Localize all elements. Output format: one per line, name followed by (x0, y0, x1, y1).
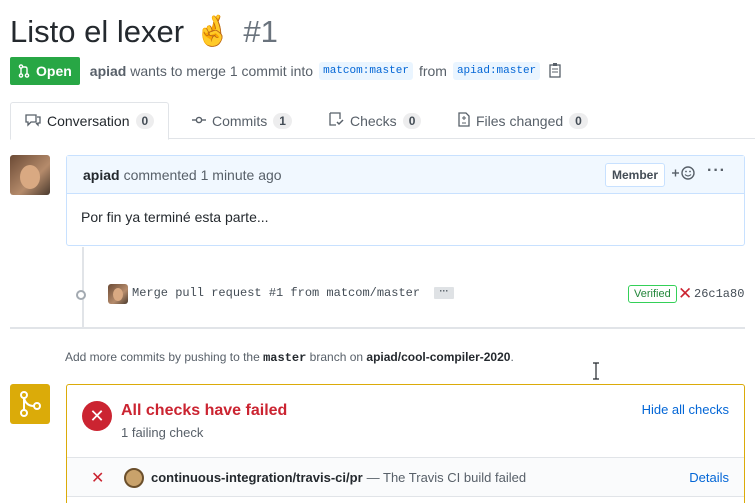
check-name: continuous-integration/travis-ci/pr — The… (151, 470, 526, 485)
travis-ci-icon (124, 468, 144, 488)
tab-count: 0 (569, 112, 588, 129)
check-row: ✕ continuous-integration/travis-ci/pr — T… (67, 457, 744, 497)
more-options-icon[interactable]: ··· (707, 162, 726, 180)
hint-middle: branch on (309, 350, 364, 364)
failed-x-icon: ✕ (82, 401, 112, 431)
hint-repo: apiad/cool-compiler-2020 (366, 350, 511, 364)
comment-icon (25, 113, 41, 130)
state-badge: Open (10, 57, 80, 85)
tab-label: Commits (212, 112, 268, 129)
fail-x-icon[interactable]: ✕ (678, 284, 692, 304)
comment-author[interactable]: apiad (83, 167, 120, 183)
details-link[interactable]: Details (689, 470, 729, 485)
check-fail-x-icon: ✕ (91, 470, 105, 487)
tab-count: 0 (402, 112, 422, 129)
member-badge: Member (605, 163, 666, 187)
commit-sha[interactable]: 26c1a80 (694, 287, 744, 301)
expand-ellipsis-button[interactable]: ··· (434, 287, 454, 299)
commit-row: Merge pull request #1 from matcom/master… (74, 284, 745, 304)
commit-avatar[interactable] (108, 284, 128, 304)
tab-count: 0 (135, 113, 155, 129)
pull-request-icon (18, 64, 30, 78)
pr-tabs: Conversation 0 Commits 1 Checks 0 Files … (10, 102, 755, 140)
pr-action-text: wants to merge 1 commit into (130, 63, 314, 79)
comment-body: Por fin ya terminé esta parte... (81, 209, 269, 225)
from-text: from (418, 63, 447, 79)
checks-subtitle: 1 failing check (121, 425, 204, 440)
commit-message[interactable]: Merge pull request #1 from matcom/master (132, 286, 420, 300)
comment-meta[interactable]: commented 1 minute ago (124, 167, 282, 183)
check-description: — The Travis CI build failed (366, 470, 527, 485)
pr-number: #1 (243, 14, 278, 49)
pr-meta: Open apiad wants to merge 1 commit into … (10, 57, 562, 85)
hint-prefix: Add more commits by pushing to the (65, 350, 260, 364)
tab-commits[interactable]: Commits 1 (192, 102, 292, 139)
checklist-icon (328, 112, 344, 129)
clipboard-icon[interactable] (548, 62, 562, 81)
comment-box: apiad commented 1 minute ago Member ··· … (66, 155, 745, 246)
check-context: continuous-integration/travis-ci/pr (151, 470, 363, 485)
text-cursor-icon (593, 362, 599, 380)
avatar[interactable] (10, 155, 50, 195)
verified-badge[interactable]: Verified (628, 285, 677, 303)
tab-checks[interactable]: Checks 0 (328, 102, 422, 139)
hint-branch: master (263, 351, 307, 365)
commit-dot-icon (76, 290, 86, 300)
divider (10, 327, 745, 329)
tab-label: Checks (350, 112, 397, 129)
tab-label: Files changed (476, 112, 564, 129)
file-diff-icon (458, 111, 470, 130)
pr-author[interactable]: apiad (90, 63, 127, 79)
crossed-fingers-emoji: 🤞 (194, 15, 232, 48)
tab-files-changed[interactable]: Files changed 0 (458, 102, 588, 139)
commit-icon (192, 113, 206, 128)
checks-title: All checks have failed (121, 402, 288, 419)
hint-suffix: . (510, 350, 514, 364)
tab-label: Conversation (47, 113, 130, 129)
comment-header: apiad commented 1 minute ago Member ··· (67, 156, 744, 194)
tab-conversation[interactable]: Conversation 0 (10, 102, 170, 140)
state-label: Open (36, 63, 72, 79)
pr-title-bar: Listo el lexer 🤞 #1 (10, 10, 278, 54)
checks-panel: ✕ All checks have failed 1 failing check… (66, 384, 745, 503)
push-hint: Add more commits by pushing to the maste… (65, 350, 514, 365)
add-reaction-icon[interactable] (671, 165, 699, 184)
head-branch[interactable]: apiad:master (452, 62, 541, 80)
base-branch[interactable]: matcom:master (319, 62, 413, 80)
tab-count: 1 (273, 112, 292, 129)
git-merge-icon (10, 384, 50, 424)
pr-title: Listo el lexer (10, 14, 185, 49)
hide-all-checks-link[interactable]: Hide all checks (642, 402, 729, 417)
